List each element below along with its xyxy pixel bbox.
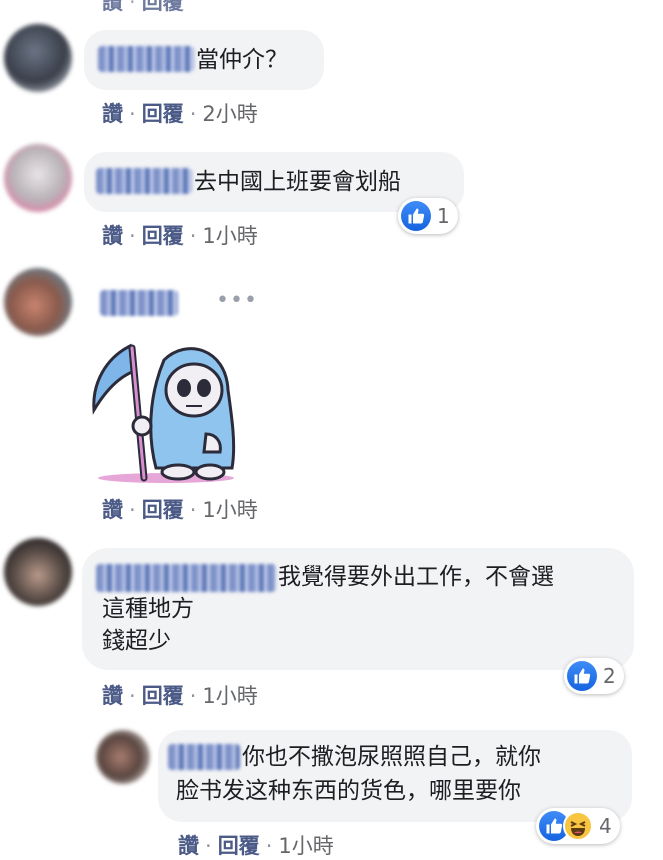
reaction-count: 2 [603, 664, 616, 688]
comment-text-line: 這種地方 [102, 596, 194, 622]
grim-reaper-sticker[interactable] [86, 338, 246, 488]
timestamp[interactable]: 1小時 [278, 834, 333, 858]
reaction-summary[interactable]: 4 [536, 808, 620, 844]
like-link[interactable]: 讚 [102, 498, 123, 522]
reaction-summary[interactable]: 2 [564, 658, 624, 694]
comment-text: 去中國上班要會划船 [194, 169, 401, 195]
like-link[interactable]: 讚 [178, 834, 199, 858]
comment-text-line: 我覺得要外出工作，不會選 [278, 564, 554, 590]
redacted-author-name[interactable] [98, 46, 194, 72]
avatar[interactable] [96, 730, 150, 784]
redacted-author-name[interactable] [100, 290, 178, 316]
redacted-author-name[interactable] [96, 564, 276, 592]
comment-actions: 讚 · 回覆 · 2小時 [102, 102, 258, 126]
avatar[interactable] [4, 144, 72, 212]
reply-link[interactable]: 回覆 [218, 834, 260, 858]
comment-text-line: 脸书发这种东西的货色，哪里要你 [176, 778, 521, 804]
comment-actions: 讚 · 回覆 · 1小時 [102, 684, 258, 708]
comment-text: 當仲介？ [196, 47, 288, 73]
reply-link[interactable]: 回覆 [142, 0, 184, 14]
redacted-author-name[interactable] [96, 168, 192, 194]
timestamp[interactable]: 1小時 [202, 684, 257, 708]
avatar[interactable] [4, 538, 72, 606]
laughing-face-icon [563, 811, 593, 841]
thumbs-up-icon [401, 201, 431, 231]
thumbs-up-icon [567, 661, 597, 691]
reaction-summary[interactable]: 1 [398, 198, 458, 234]
timestamp[interactable]: 1小時 [202, 498, 257, 522]
avatar[interactable] [4, 268, 72, 336]
comment-actions: 讚 · 回覆 · 1小時 [102, 498, 258, 522]
timestamp[interactable]: 1小時 [202, 224, 257, 248]
reaction-count: 4 [599, 814, 612, 838]
reply-link[interactable]: 回覆 [142, 102, 184, 126]
like-link[interactable]: 讚 [102, 0, 123, 14]
comment-text-line: 錢超少 [102, 628, 171, 654]
timestamp[interactable]: 2小時 [202, 102, 257, 126]
comment-actions: 讚 · 回覆 · 1小時 [102, 224, 258, 248]
like-link[interactable]: 讚 [102, 102, 123, 126]
reaction-count: 1 [437, 204, 450, 228]
like-link[interactable]: 讚 [102, 224, 123, 248]
comment-text-line: 你也不撒泡尿照照自己，就你 [242, 744, 541, 770]
comment-bubble: 當仲介？ [84, 30, 324, 90]
reply-link[interactable]: 回覆 [142, 498, 184, 522]
redacted-author-name[interactable] [168, 744, 240, 770]
like-link[interactable]: 讚 [102, 684, 123, 708]
reply-link[interactable]: 回覆 [142, 224, 184, 248]
more-options-icon[interactable]: ••• [216, 288, 258, 313]
comment-actions: 讚 · 回覆 · 1小時 [178, 834, 334, 858]
cut-off-actions: 讚 · 回覆 [102, 0, 184, 16]
comment-bubble: 我覺得要外出工作，不會選 這種地方 錢超少 [82, 548, 634, 670]
avatar[interactable] [4, 24, 72, 92]
reply-link[interactable]: 回覆 [142, 684, 184, 708]
